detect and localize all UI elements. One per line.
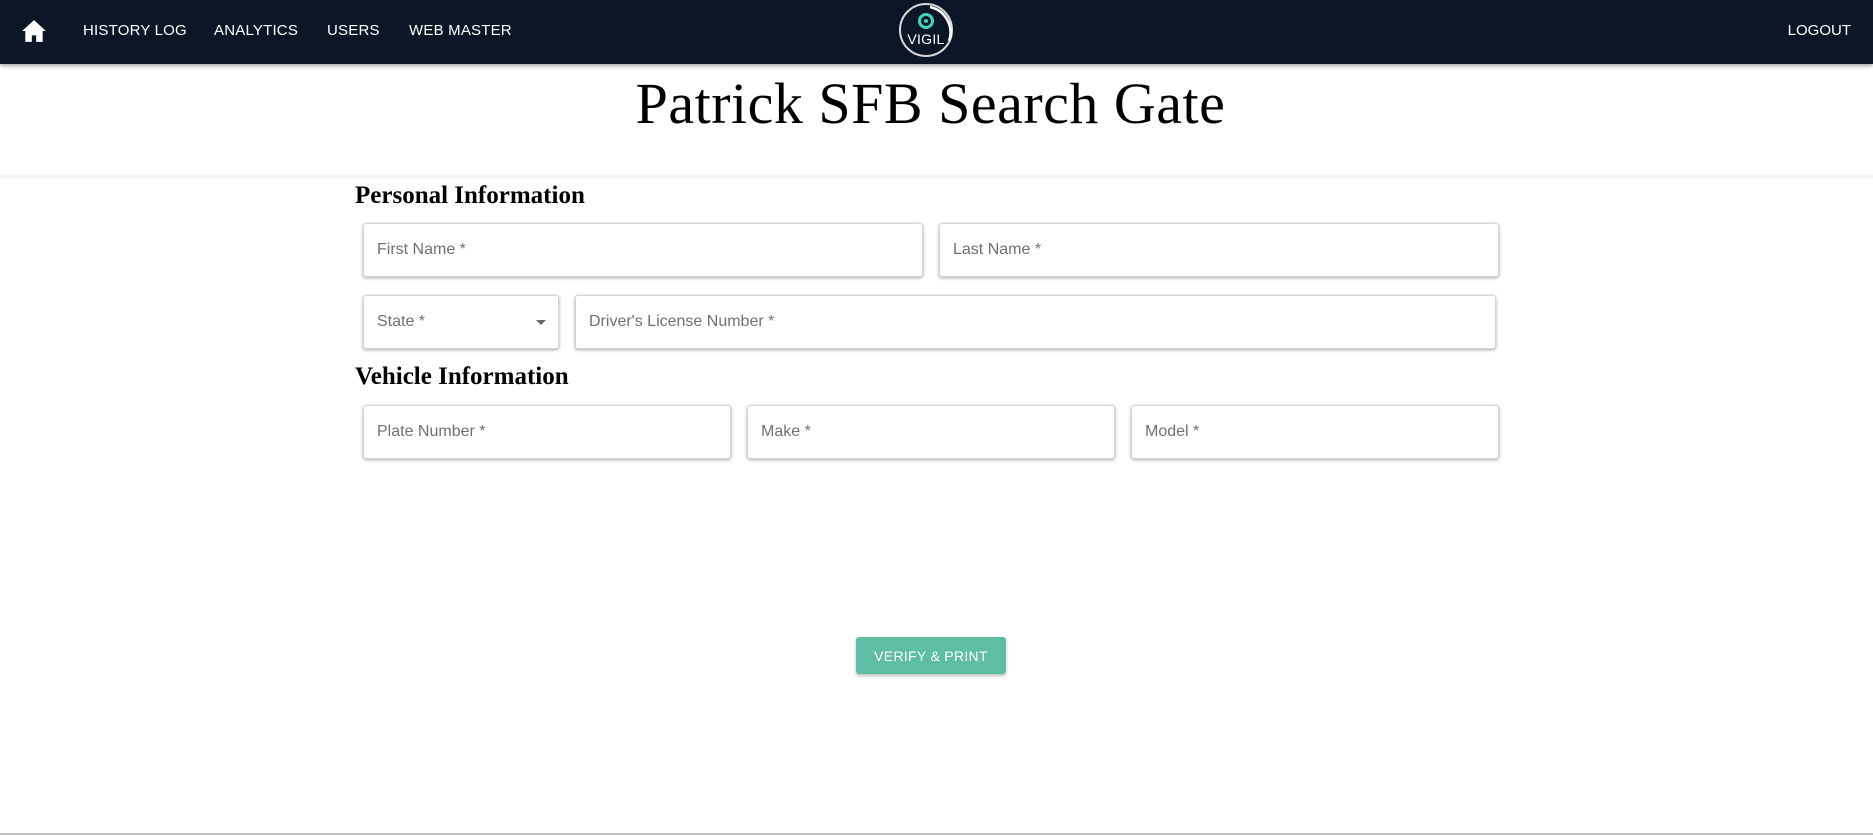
nav-history-log[interactable]: HISTORY LOG [83, 22, 187, 39]
first-name-field[interactable]: First Name * [363, 223, 923, 277]
home-button[interactable] [17, 14, 51, 48]
verify-print-button[interactable]: VERIFY & PRINT [856, 637, 1006, 674]
personal-info-heading: Personal Information [355, 182, 585, 209]
first-name-label: First Name * [377, 241, 466, 258]
page-title: Patrick SFB Search Gate [635, 71, 1226, 136]
logo-text: VIGIL [907, 31, 945, 47]
model-field[interactable]: Model * [1131, 405, 1499, 459]
plate-number-label: Plate Number * [377, 423, 486, 440]
drivers-license-field[interactable]: Driver's License Number * [575, 295, 1496, 349]
make-label: Make * [761, 423, 811, 440]
vigil-logo-icon [899, 3, 953, 57]
nav-analytics[interactable]: ANALYTICS [214, 22, 298, 39]
top-navbar: HISTORY LOG ANALYTICS USERS WEB MASTER V… [0, 0, 1873, 64]
plate-number-field[interactable]: Plate Number * [363, 405, 731, 459]
nav-web-master[interactable]: WEB MASTER [409, 22, 512, 39]
title-divider [0, 175, 1873, 179]
state-label: State * [377, 313, 426, 330]
dropdown-arrow-icon [536, 320, 546, 325]
home-icon [22, 20, 46, 42]
last-name-field[interactable]: Last Name * [939, 223, 1499, 277]
nav-users[interactable]: USERS [327, 22, 380, 39]
state-select[interactable]: State * [363, 295, 559, 349]
drivers-license-label: Driver's License Number * [589, 313, 775, 330]
vehicle-info-heading: Vehicle Information [355, 363, 569, 390]
model-label: Model * [1145, 423, 1200, 440]
logout-button[interactable]: LOGOUT [1788, 22, 1851, 39]
last-name-label: Last Name * [953, 241, 1042, 258]
vigil-logo[interactable]: VIGIL [897, 1, 955, 59]
make-field[interactable]: Make * [747, 405, 1115, 459]
